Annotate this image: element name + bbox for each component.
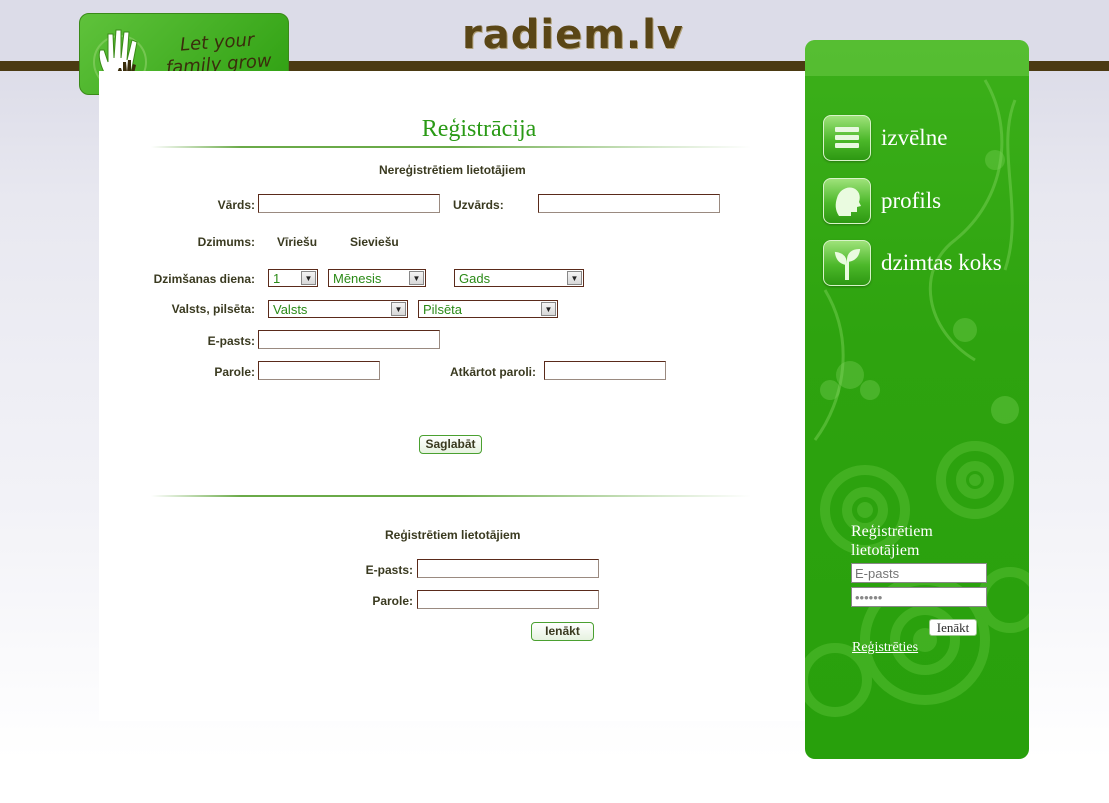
city-select[interactable]: Pilsēta ▼	[418, 300, 558, 318]
first-name-label: Vārds:	[217, 198, 255, 212]
dropdown-arrow-icon: ▼	[409, 271, 424, 285]
site-title[interactable]: radiem.lv	[462, 12, 684, 58]
password-input[interactable]	[258, 361, 380, 380]
section-divider	[151, 495, 751, 497]
nav-label-menu: izvēlne	[881, 125, 948, 150]
profile-icon	[823, 178, 871, 224]
dropdown-arrow-icon: ▼	[567, 271, 582, 285]
unregistered-heading: Nereģistrētiem lietotājiem	[379, 163, 526, 177]
login-password-input[interactable]	[417, 590, 599, 609]
menu-icon	[823, 115, 871, 161]
nav-item-profile[interactable]: profils	[823, 178, 941, 224]
login-password-label: Parole:	[372, 594, 413, 608]
sidebar-password-input[interactable]	[851, 587, 987, 607]
sidebar-login-button[interactable]: Ienākt	[929, 619, 977, 636]
day-select[interactable]: 1 ▼	[268, 269, 318, 287]
main-panel: Reģistrācija Nereģistrētiem lietotājiem …	[99, 71, 805, 721]
gender-male-option[interactable]: Vīriešu	[277, 235, 317, 249]
country-select[interactable]: Valsts ▼	[268, 300, 408, 318]
location-label: Valsts, pilsēta:	[171, 302, 255, 316]
nav-label-profile: profils	[881, 188, 942, 213]
birthday-label: Dzimšanas diena:	[153, 272, 255, 286]
login-button[interactable]: Ienākt	[531, 622, 594, 641]
title-divider	[151, 146, 751, 148]
dropdown-arrow-icon: ▼	[391, 302, 406, 316]
last-name-label: Uzvārds:	[453, 198, 504, 212]
sidebar-login-title: Reģistrētiem lietotājiem	[851, 523, 933, 559]
first-name-input[interactable]	[258, 194, 440, 213]
gender-label: Dzimums:	[197, 235, 255, 249]
gender-female-option[interactable]: Sieviešu	[350, 235, 399, 249]
dropdown-arrow-icon: ▼	[541, 302, 556, 316]
last-name-input[interactable]	[538, 194, 720, 213]
save-button[interactable]: Saglabāt	[419, 435, 482, 454]
registered-heading: Reģistrētiem lietotājiem	[385, 528, 521, 542]
repeat-password-input[interactable]	[544, 361, 666, 380]
nav-item-menu[interactable]: izvēlne	[823, 115, 947, 161]
month-select[interactable]: Mēnesis ▼	[328, 269, 426, 287]
year-select[interactable]: Gads ▼	[454, 269, 584, 287]
dropdown-arrow-icon: ▼	[301, 271, 316, 285]
nav-item-family-tree[interactable]: dzimtas koks	[823, 240, 1002, 286]
sidebar: izvēlne profils dzimtas koks Reģistrētie…	[805, 40, 1029, 759]
register-link[interactable]: Reģistrēties	[852, 640, 918, 656]
email-label: E-pasts:	[207, 334, 255, 348]
email-input[interactable]	[258, 330, 440, 349]
tree-icon	[823, 240, 871, 286]
password-label: Parole:	[214, 365, 255, 379]
sidebar-email-input[interactable]	[851, 563, 987, 583]
repeat-password-label: Atkārtot paroli:	[450, 365, 537, 379]
nav-label-family-tree: dzimtas koks	[881, 250, 1002, 275]
login-email-input[interactable]	[417, 559, 599, 578]
login-email-label: E-pasts:	[365, 563, 413, 577]
page-title: Reģistrācija	[421, 116, 537, 142]
